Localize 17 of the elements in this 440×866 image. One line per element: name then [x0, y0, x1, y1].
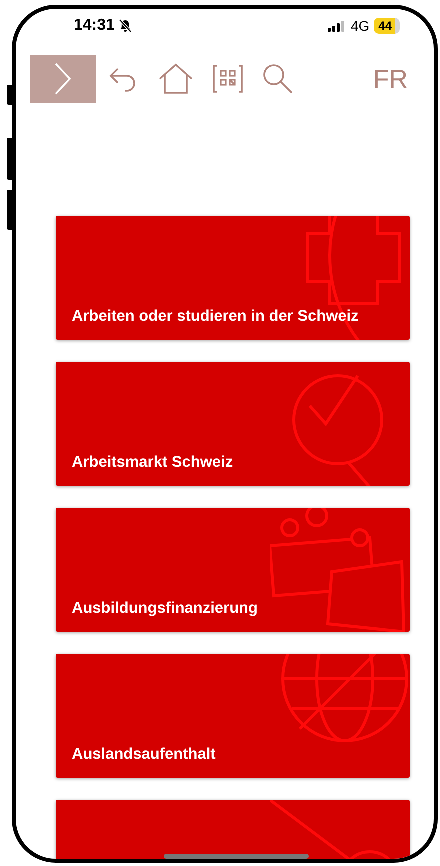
topic-tile[interactable]: Arbeitsmarkt Schweiz	[56, 362, 410, 486]
battery-level: 44	[374, 18, 400, 34]
signal-icon	[328, 20, 345, 32]
menu-button[interactable]	[30, 55, 96, 103]
home-icon[interactable]	[158, 63, 194, 95]
tile-title: Arbeiten oder studieren in der Schweiz	[71, 308, 359, 327]
search-icon[interactable]	[262, 63, 294, 95]
network-type: 4G	[350, 18, 370, 34]
topic-tile[interactable]: Arbeiten oder studieren in der Schweiz	[56, 216, 410, 340]
tile-title: Auslandsaufenthalt	[71, 746, 216, 765]
tile-title: Arbeitsmarkt Schweiz	[71, 454, 234, 473]
qr-code-icon[interactable]	[212, 64, 244, 94]
tile-title: Ausbildungsfinanzierung	[71, 600, 258, 619]
topic-tile[interactable]: Auslandsaufenthalt	[56, 654, 410, 778]
status-time: 14:31	[74, 17, 115, 35]
language-link[interactable]: FR	[373, 64, 408, 94]
topic-tile[interactable]: Ausbildungsfinanzierung	[56, 508, 410, 632]
